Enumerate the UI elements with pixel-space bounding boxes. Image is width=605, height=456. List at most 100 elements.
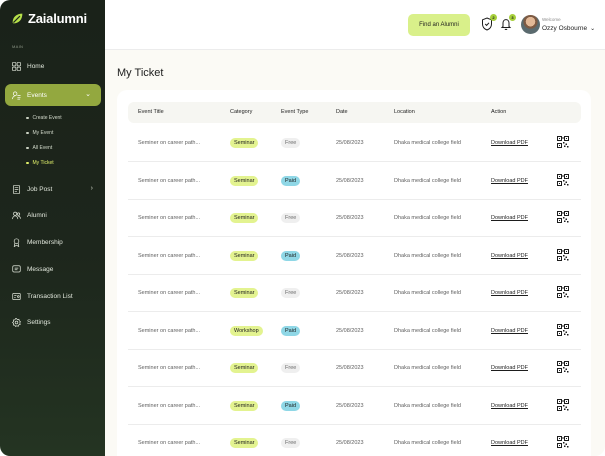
page-title: My Ticket (117, 67, 164, 79)
sidebar-item-events-row: Events (12, 88, 47, 102)
download-pdf-link[interactable]: Download PDF (491, 290, 528, 296)
date-cell: 25/08/2023 (336, 177, 364, 184)
location-cell: Dhaka medical college field (394, 402, 461, 409)
gear-icon (12, 317, 21, 327)
event-type-badge: Free (281, 288, 301, 298)
event-title-cell: Seminer on career path... (138, 252, 201, 259)
sub-item-create-event[interactable]: Create Event (26, 115, 62, 121)
sidebar-item-message[interactable]: Message (12, 262, 53, 276)
category-badge: Seminar (230, 400, 259, 411)
date-cell: 25/08/2023 (336, 402, 364, 409)
date-cell: 25/08/2023 (336, 215, 364, 221)
event-title-cell: Seminer on career path... (138, 215, 201, 221)
top-header: Find an Alumni 2 3 Welcome Ozzy Osbourne… (105, 0, 605, 50)
sidebar-item-settings[interactable]: Settings (12, 315, 51, 329)
date-cell: 25/08/2023 (336, 440, 364, 446)
table-row: Seminer on career path... Seminar Free 25/0… (128, 124, 581, 162)
category-badge: Seminar (230, 138, 259, 148)
qr-code-icon[interactable] (557, 136, 569, 148)
table-row: Seminer on career path... Workshop Paid 25/… (128, 312, 581, 350)
sidebar-item-job-post[interactable]: Job Post (12, 182, 92, 196)
category-badge: Seminar (230, 363, 259, 373)
date-cell: 25/08/2023 (336, 365, 364, 371)
date-cell: 25/08/2023 (336, 140, 364, 146)
bell-notification-button[interactable]: 3 (500, 14, 516, 31)
location-cell: Dhaka medical college field (394, 365, 461, 371)
bullet-icon (26, 116, 29, 120)
bullet-icon (26, 131, 29, 135)
table-row: Seminer on career path... Seminar Paid 25/0… (128, 162, 581, 200)
sidebar: Zaialumni MAIN Home Events ⌄ Create Even… (0, 0, 105, 456)
download-pdf-link[interactable]: Download PDF (491, 403, 528, 409)
qr-code-icon[interactable] (557, 173, 569, 186)
event-title-cell: Seminer on career path... (138, 402, 201, 409)
chevron-right-icon: › (90, 185, 93, 192)
column-header-action: Action (491, 109, 507, 115)
avatar[interactable] (521, 15, 540, 34)
category-badge: Workshop (230, 325, 263, 336)
location-cell: Dhaka medical college field (394, 177, 461, 184)
event-type-badge: Paid (281, 175, 301, 186)
location-cell: Dhaka medical college field (394, 290, 461, 296)
event-type-badge: Paid (281, 400, 301, 411)
location-cell: Dhaka medical college field (394, 327, 461, 334)
section-label: MAIN (12, 44, 24, 49)
sidebar-item-label: Message (27, 265, 54, 273)
ticket-table-card: Event Title Category Event Type Date Loc… (117, 90, 591, 456)
user-menu[interactable]: Ozzy Osbourne ⌄ (542, 25, 595, 32)
receipt-icon (12, 292, 21, 300)
notification-badge: 2 (490, 14, 497, 21)
sidebar-item-membership[interactable]: Membership (12, 235, 63, 249)
calendar-user-icon (12, 91, 21, 99)
sub-item-my-ticket[interactable]: My Ticket (26, 160, 54, 166)
category-badge: Seminar (230, 213, 259, 223)
sidebar-item-events[interactable]: Events ⌄ (5, 84, 101, 106)
event-type-badge: Paid (281, 250, 301, 261)
event-type-badge: Free (281, 213, 301, 223)
qr-code-icon[interactable] (557, 248, 569, 261)
sub-item-all-event[interactable]: All Event (26, 145, 52, 151)
event-type-badge: Paid (281, 325, 301, 336)
document-icon (12, 184, 21, 194)
sidebar-item-label: Transaction List (27, 292, 73, 300)
qr-code-icon[interactable] (557, 398, 569, 411)
find-alumni-button[interactable]: Find an Alumni (408, 14, 470, 36)
table-row: Seminer on career path... Seminar Free 25/0… (128, 424, 581, 456)
sub-item-my-event[interactable]: My Event (26, 130, 53, 136)
sidebar-item-label: Job Post (27, 185, 53, 193)
event-title-cell: Seminer on career path... (138, 290, 201, 296)
qr-code-icon[interactable] (557, 211, 569, 223)
event-title-cell: Seminer on career path... (138, 327, 201, 334)
column-header-event-type: Event Type (281, 109, 309, 115)
event-title-cell: Seminer on career path... (138, 177, 201, 184)
download-pdf-link[interactable]: Download PDF (491, 365, 528, 371)
sub-item-label: All Event (32, 145, 53, 151)
qr-code-icon[interactable] (557, 323, 569, 336)
sub-item-label: Create Event (32, 115, 62, 121)
sidebar-item-home[interactable]: Home (12, 59, 44, 73)
table-row: Seminer on career path... Seminar Free 25/0… (128, 199, 581, 237)
sidebar-item-transaction-list[interactable]: Transaction List (12, 289, 73, 303)
column-header-date: Date (336, 109, 348, 115)
date-cell: 25/08/2023 (336, 327, 364, 334)
download-pdf-link[interactable]: Download PDF (491, 440, 528, 446)
qr-code-icon[interactable] (557, 361, 569, 373)
shield-notification-button[interactable]: 2 (481, 14, 497, 31)
table-row: Seminer on career path... Seminar Paid 25/0… (128, 237, 581, 275)
download-pdf-link[interactable]: Download PDF (491, 253, 528, 259)
table-header: Event Title Category Event Type Date Loc… (128, 102, 581, 123)
download-pdf-link[interactable]: Download PDF (491, 328, 528, 334)
column-header-category: Category (230, 109, 253, 115)
qr-code-icon[interactable] (557, 436, 569, 448)
sidebar-item-alumni[interactable]: Alumni (12, 208, 47, 222)
bullet-icon (26, 146, 29, 150)
sidebar-item-label: Events (27, 91, 47, 99)
download-pdf-link[interactable]: Download PDF (491, 178, 528, 184)
sub-item-label: My Event (32, 130, 54, 136)
message-icon (12, 264, 21, 272)
download-pdf-link[interactable]: Download PDF (491, 215, 528, 221)
download-pdf-link[interactable]: Download PDF (491, 140, 528, 146)
location-cell: Dhaka medical college field (394, 140, 461, 146)
qr-code-icon[interactable] (557, 286, 569, 298)
brand-logo[interactable]: Zaialumni (11, 11, 87, 26)
